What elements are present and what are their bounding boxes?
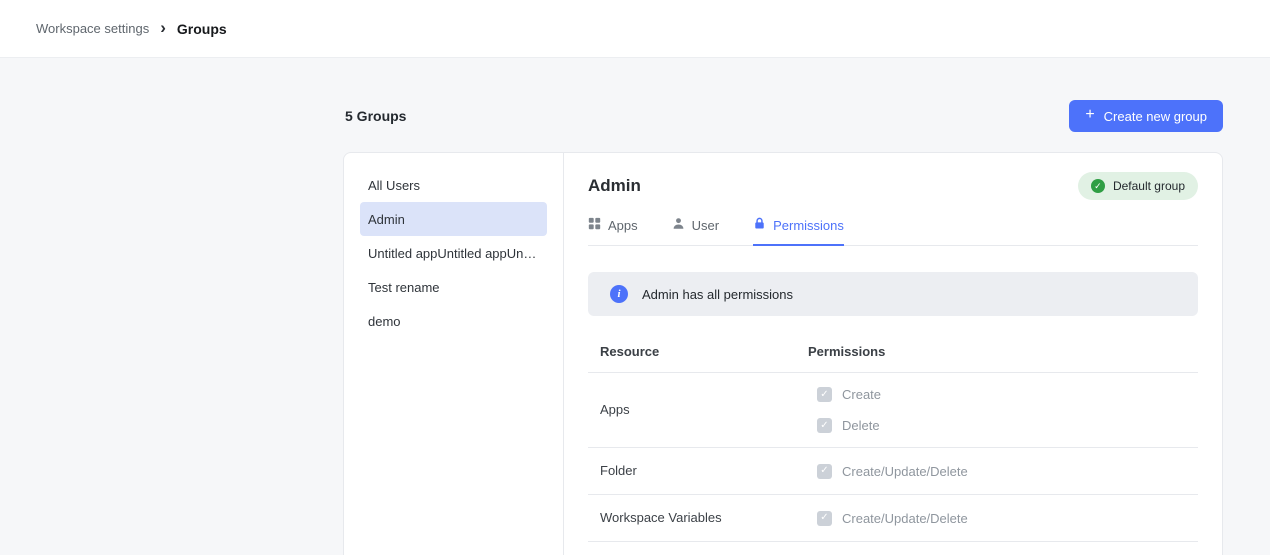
sidebar-item-admin[interactable]: Admin [360, 202, 547, 236]
create-new-group-label: Create new group [1104, 109, 1207, 124]
group-tabs: Apps User [588, 217, 1198, 246]
table-row-apps: Apps ✓ Create ✓ Delete [588, 373, 1198, 448]
check-circle-icon: ✓ [1091, 179, 1105, 193]
permission-item-delete: ✓ Delete [817, 418, 1198, 433]
resource-label: Apps [600, 402, 630, 417]
table-row-folder: Folder ✓ Create/Update/Delete [588, 448, 1198, 495]
top-header-bar: Workspace settings › Groups [0, 0, 1270, 58]
create-checkbox[interactable]: ✓ [817, 387, 832, 402]
delete-checkbox[interactable]: ✓ [817, 418, 832, 433]
sidebar-item-label: demo [368, 314, 401, 329]
breadcrumb: Workspace settings › Groups [36, 20, 227, 37]
permission-item-workspace-vars-cud: ✓ Create/Update/Delete [817, 511, 1198, 526]
permission-item-create: ✓ Create [817, 387, 1198, 402]
permission-label: Create/Update/Delete [842, 511, 968, 526]
info-icon: i [610, 285, 628, 303]
lock-icon [753, 217, 766, 233]
resource-label: Workspace Variables [600, 510, 722, 525]
permissions-column-header: Permissions [796, 338, 1198, 372]
group-list-sidebar: All Users Admin Untitled appUntitled app… [344, 153, 564, 555]
sidebar-item-test-rename[interactable]: Test rename [360, 270, 547, 304]
group-detail-header: Admin ✓ Default group [588, 171, 1198, 201]
chevron-right-icon: › [160, 19, 166, 36]
sidebar-item-label: Test rename [368, 280, 440, 295]
tab-apps-label: Apps [608, 218, 638, 233]
folder-cud-checkbox[interactable]: ✓ [817, 464, 832, 479]
permission-label: Create [842, 387, 881, 402]
default-group-badge: ✓ Default group [1078, 172, 1198, 200]
apps-grid-icon [588, 217, 601, 233]
sidebar-item-label: Untitled appUntitled appUntitle… [368, 246, 539, 261]
create-new-group-button[interactable]: + Create new group [1069, 100, 1223, 132]
tab-user[interactable]: User [672, 217, 719, 246]
resource-label: Folder [600, 463, 637, 478]
table-row-workspace-variables: Workspace Variables ✓ Create/Update/Dele… [588, 495, 1198, 542]
table-header-row: Resource Permissions [588, 338, 1198, 373]
groups-toolbar: 5 Groups + Create new group [343, 100, 1223, 132]
sidebar-item-label: All Users [368, 178, 420, 193]
permission-label: Delete [842, 418, 880, 433]
sidebar-item-label: Admin [368, 212, 405, 227]
workspace-vars-cud-checkbox[interactable]: ✓ [817, 511, 832, 526]
breadcrumb-groups: Groups [177, 21, 227, 37]
sidebar-item-all-users[interactable]: All Users [360, 168, 547, 202]
groups-card: All Users Admin Untitled appUntitled app… [343, 152, 1223, 555]
plus-icon: + [1085, 107, 1094, 123]
permissions-info-text: Admin has all permissions [642, 287, 793, 302]
group-detail-panel: Admin ✓ Default group [564, 153, 1222, 555]
permissions-info-banner: i Admin has all permissions [588, 272, 1198, 316]
tab-apps[interactable]: Apps [588, 217, 638, 246]
groups-count-label: 5 Groups [345, 108, 406, 124]
sidebar-item-untitled-app[interactable]: Untitled appUntitled appUntitle… [360, 236, 547, 270]
permissions-table: Resource Permissions Apps ✓ Create [588, 338, 1198, 542]
resource-column-header: Resource [588, 338, 796, 372]
permission-item-folder-cud: ✓ Create/Update/Delete [817, 464, 1198, 479]
sidebar-item-demo[interactable]: demo [360, 304, 547, 338]
tab-permissions-label: Permissions [773, 218, 844, 233]
permission-label: Create/Update/Delete [842, 464, 968, 479]
tab-permissions[interactable]: Permissions [753, 217, 844, 246]
default-group-badge-label: Default group [1113, 179, 1185, 193]
groups-page: 5 Groups + Create new group All Users Ad… [343, 100, 1223, 555]
group-title: Admin [588, 176, 641, 196]
tab-user-label: User [692, 218, 719, 233]
user-icon [672, 217, 685, 233]
breadcrumb-workspace-settings[interactable]: Workspace settings [36, 21, 149, 36]
